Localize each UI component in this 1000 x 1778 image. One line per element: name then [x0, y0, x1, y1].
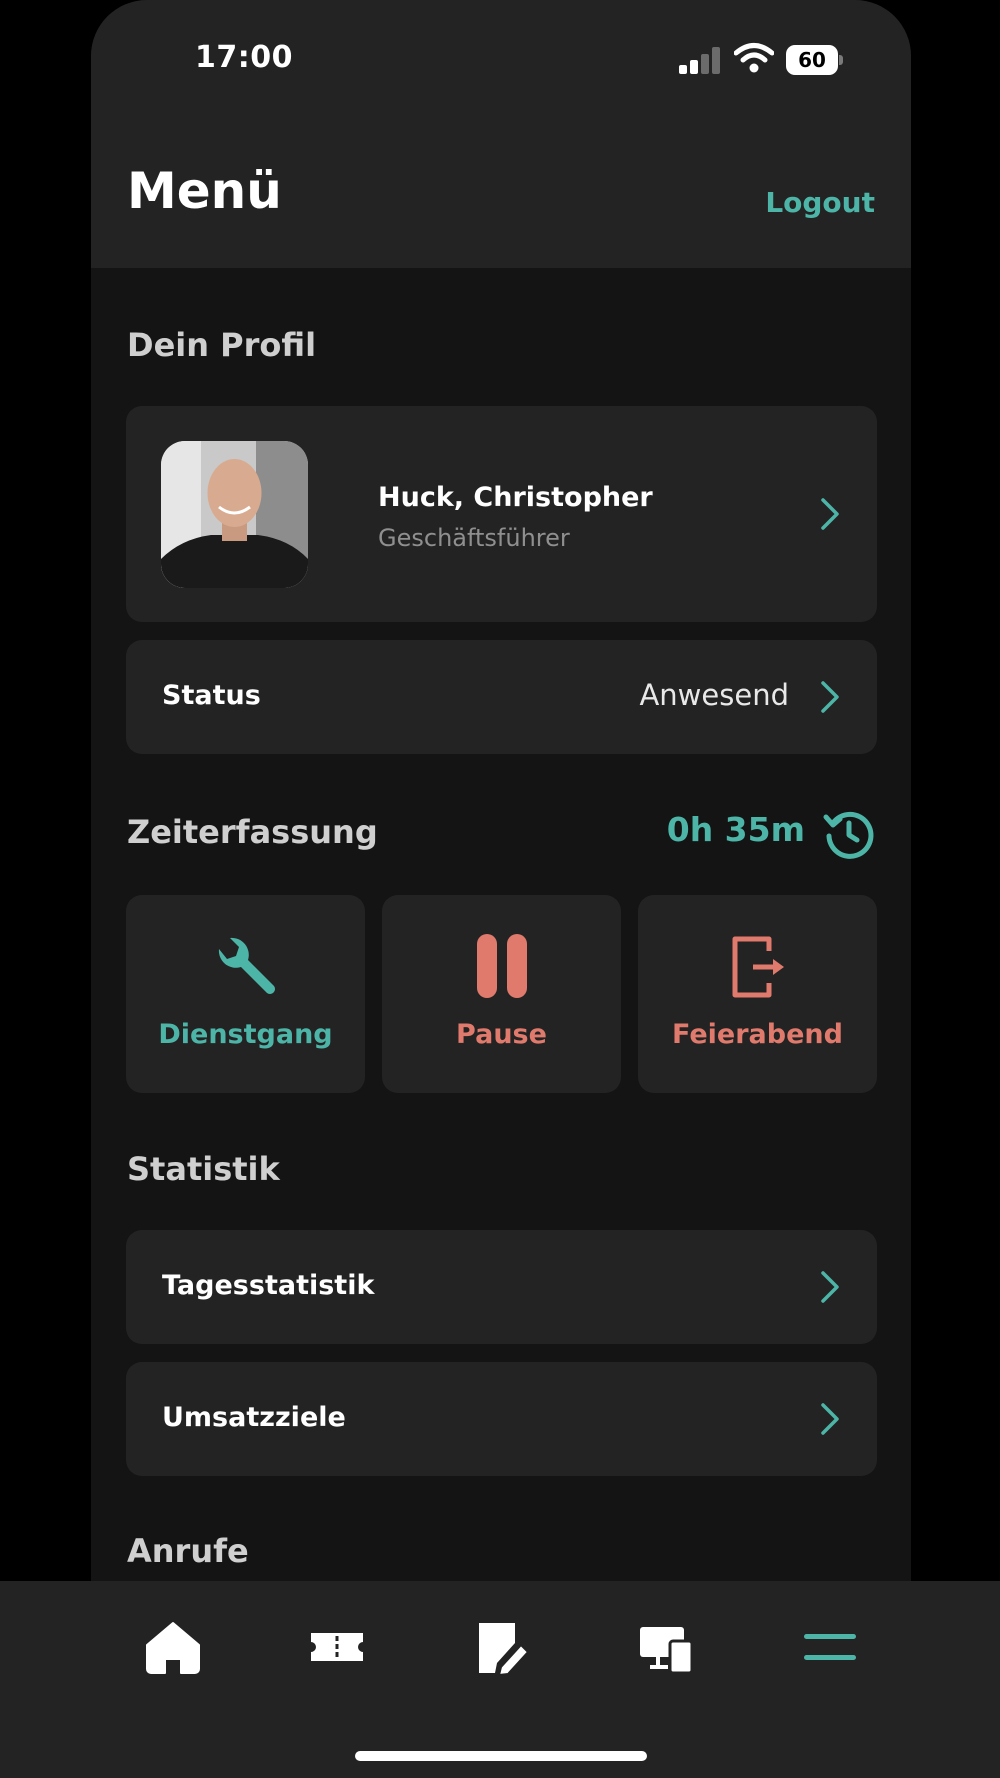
statistics-heading: Statistik — [127, 1150, 280, 1188]
profile-photo-icon — [161, 441, 308, 588]
dienstgang-label: Dienstgang — [158, 1019, 333, 1050]
pause-label: Pause — [456, 1019, 547, 1050]
page-title: Menü — [127, 162, 282, 220]
list-item-label: Umsatzziele — [162, 1402, 346, 1433]
menu-icon[interactable] — [800, 1617, 860, 1677]
dienstgang-button[interactable]: Dienstgang — [126, 895, 365, 1093]
list-item-label: Tagesstatistik — [162, 1270, 375, 1301]
status-label: Status — [162, 680, 261, 711]
wrench-icon — [218, 937, 275, 994]
home-icon[interactable] — [143, 1617, 203, 1677]
elapsed-time: 0h 35m — [666, 810, 805, 849]
list-item-tagesstatistik[interactable]: Tagesstatistik — [126, 1230, 877, 1344]
chevron-right-icon — [821, 1403, 839, 1435]
chevron-right-icon — [821, 498, 839, 530]
profile-card[interactable]: Huck, Christopher Geschäftsführer — [126, 406, 877, 622]
home-indicator — [355, 1751, 647, 1761]
header-bar: 17:00 60 Menü Logout — [91, 0, 911, 268]
status-row[interactable]: Status Anwesend — [126, 640, 877, 754]
history-icon[interactable] — [823, 808, 875, 860]
logout-door-icon — [732, 936, 784, 998]
profile-name: Huck, Christopher — [378, 482, 653, 513]
wifi-icon — [734, 43, 774, 73]
time-tracking-heading: Zeiterfassung — [127, 813, 378, 851]
pause-icon — [476, 934, 527, 998]
cellular-signal-icon — [679, 46, 723, 74]
pause-button[interactable]: Pause — [382, 895, 621, 1093]
bottom-navigation — [0, 1581, 1000, 1778]
avatar — [161, 441, 308, 588]
status-value: Anwesend — [639, 678, 789, 712]
list-item-umsatzziele[interactable]: Umsatzziele — [126, 1362, 877, 1476]
feierabend-label: Feierabend — [672, 1019, 843, 1050]
profile-role: Geschäftsführer — [378, 524, 570, 552]
ticket-icon[interactable] — [307, 1617, 367, 1677]
logout-button[interactable]: Logout — [765, 186, 875, 219]
chevron-right-icon — [821, 681, 839, 713]
status-time: 17:00 — [195, 40, 293, 75]
calls-heading: Anrufe — [127, 1532, 249, 1570]
feierabend-button[interactable]: Feierabend — [638, 895, 877, 1093]
battery-level: 60 — [786, 45, 838, 75]
chevron-right-icon — [821, 1271, 839, 1303]
edit-note-icon[interactable] — [471, 1617, 531, 1677]
profile-section-heading: Dein Profil — [127, 326, 317, 364]
phone-screen: 17:00 60 Menü Logout Dein Profil Huck, C… — [91, 0, 911, 1778]
devices-icon[interactable] — [636, 1617, 696, 1677]
battery-icon: 60 — [786, 45, 843, 75]
